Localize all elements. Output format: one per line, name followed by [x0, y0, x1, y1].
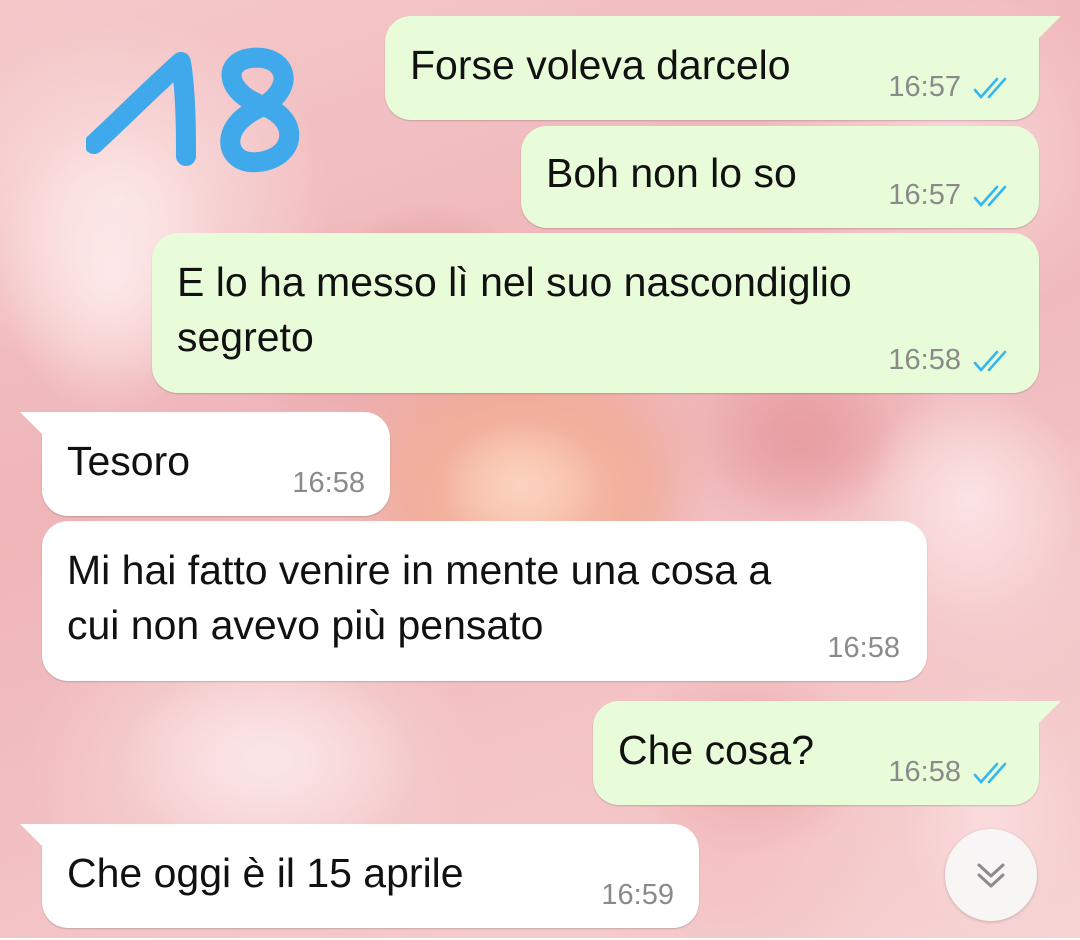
bubble-tail — [20, 412, 42, 434]
message-bubble-incoming[interactable]: Tesoro 16:58 — [20, 412, 390, 516]
message-meta: 16:57 — [888, 179, 1017, 212]
message-text: Mi hai fatto venire in mente una cosa a … — [67, 543, 771, 653]
message-time: 16:58 — [888, 756, 961, 788]
message-line: Boh non lo so — [546, 150, 797, 196]
message-meta: 16:58 — [888, 344, 1017, 377]
read-ticks-icon — [973, 762, 1007, 784]
bubble-tail — [1039, 16, 1061, 38]
number-18-sticker: 18 — [84, 44, 316, 174]
message-meta: 16:59 — [601, 879, 674, 912]
message-text: Boh non lo so — [546, 146, 797, 201]
message-time: 16:57 — [888, 71, 961, 103]
message-line: segreto — [177, 314, 314, 360]
message-bubble-outgoing[interactable]: Che cosa? 16:58 — [593, 701, 1061, 805]
message-line: E lo ha messo lì nel suo nascondiglio — [177, 259, 852, 305]
message-time: 16:58 — [888, 344, 961, 376]
message-bubble-outgoing[interactable]: E lo ha messo lì nel suo nascondiglio se… — [152, 233, 1039, 393]
bubble-tail — [1039, 701, 1061, 723]
message-text: Tesoro — [67, 434, 190, 489]
message-text: Forse voleva darcelo — [410, 38, 791, 93]
double-chevron-down-icon — [977, 863, 1005, 888]
read-ticks-icon — [973, 185, 1007, 207]
message-time: 16:58 — [292, 467, 365, 499]
message-line: Mi hai fatto venire in mente una cosa a — [67, 547, 772, 593]
message-line: Tesoro — [67, 438, 191, 484]
message-meta: 16:58 — [292, 467, 365, 500]
message-meta: 16:58 — [827, 632, 900, 665]
bubble-tail — [20, 824, 42, 846]
message-bubble-outgoing[interactable]: Boh non lo so 16:57 — [521, 126, 1039, 228]
read-ticks-icon — [973, 77, 1007, 99]
read-ticks-icon — [973, 350, 1007, 372]
message-time: 16:57 — [888, 179, 961, 211]
message-text: Che cosa? — [618, 723, 814, 778]
message-line: Che cosa? — [618, 727, 815, 773]
message-line: Forse voleva darcelo — [410, 42, 791, 88]
message-line: Che oggi è il 15 aprile — [67, 850, 464, 896]
message-meta: 16:58 — [888, 756, 1017, 789]
message-line: cui non avevo più pensato — [67, 602, 544, 648]
message-time: 16:59 — [601, 879, 674, 911]
message-text: Che oggi è il 15 aprile — [67, 846, 464, 901]
message-bubble-outgoing[interactable]: Forse voleva darcelo 16:57 — [385, 16, 1061, 120]
scroll-to-bottom-button[interactable] — [945, 829, 1037, 921]
message-meta: 16:57 — [888, 71, 1017, 104]
message-text: E lo ha messo lì nel suo nascondiglio se… — [177, 255, 852, 365]
message-bubble-incoming[interactable]: Mi hai fatto venire in mente una cosa a … — [42, 521, 927, 681]
message-time: 16:58 — [827, 632, 900, 664]
message-bubble-incoming[interactable]: Che oggi è il 15 aprile 16:59 — [20, 824, 699, 928]
